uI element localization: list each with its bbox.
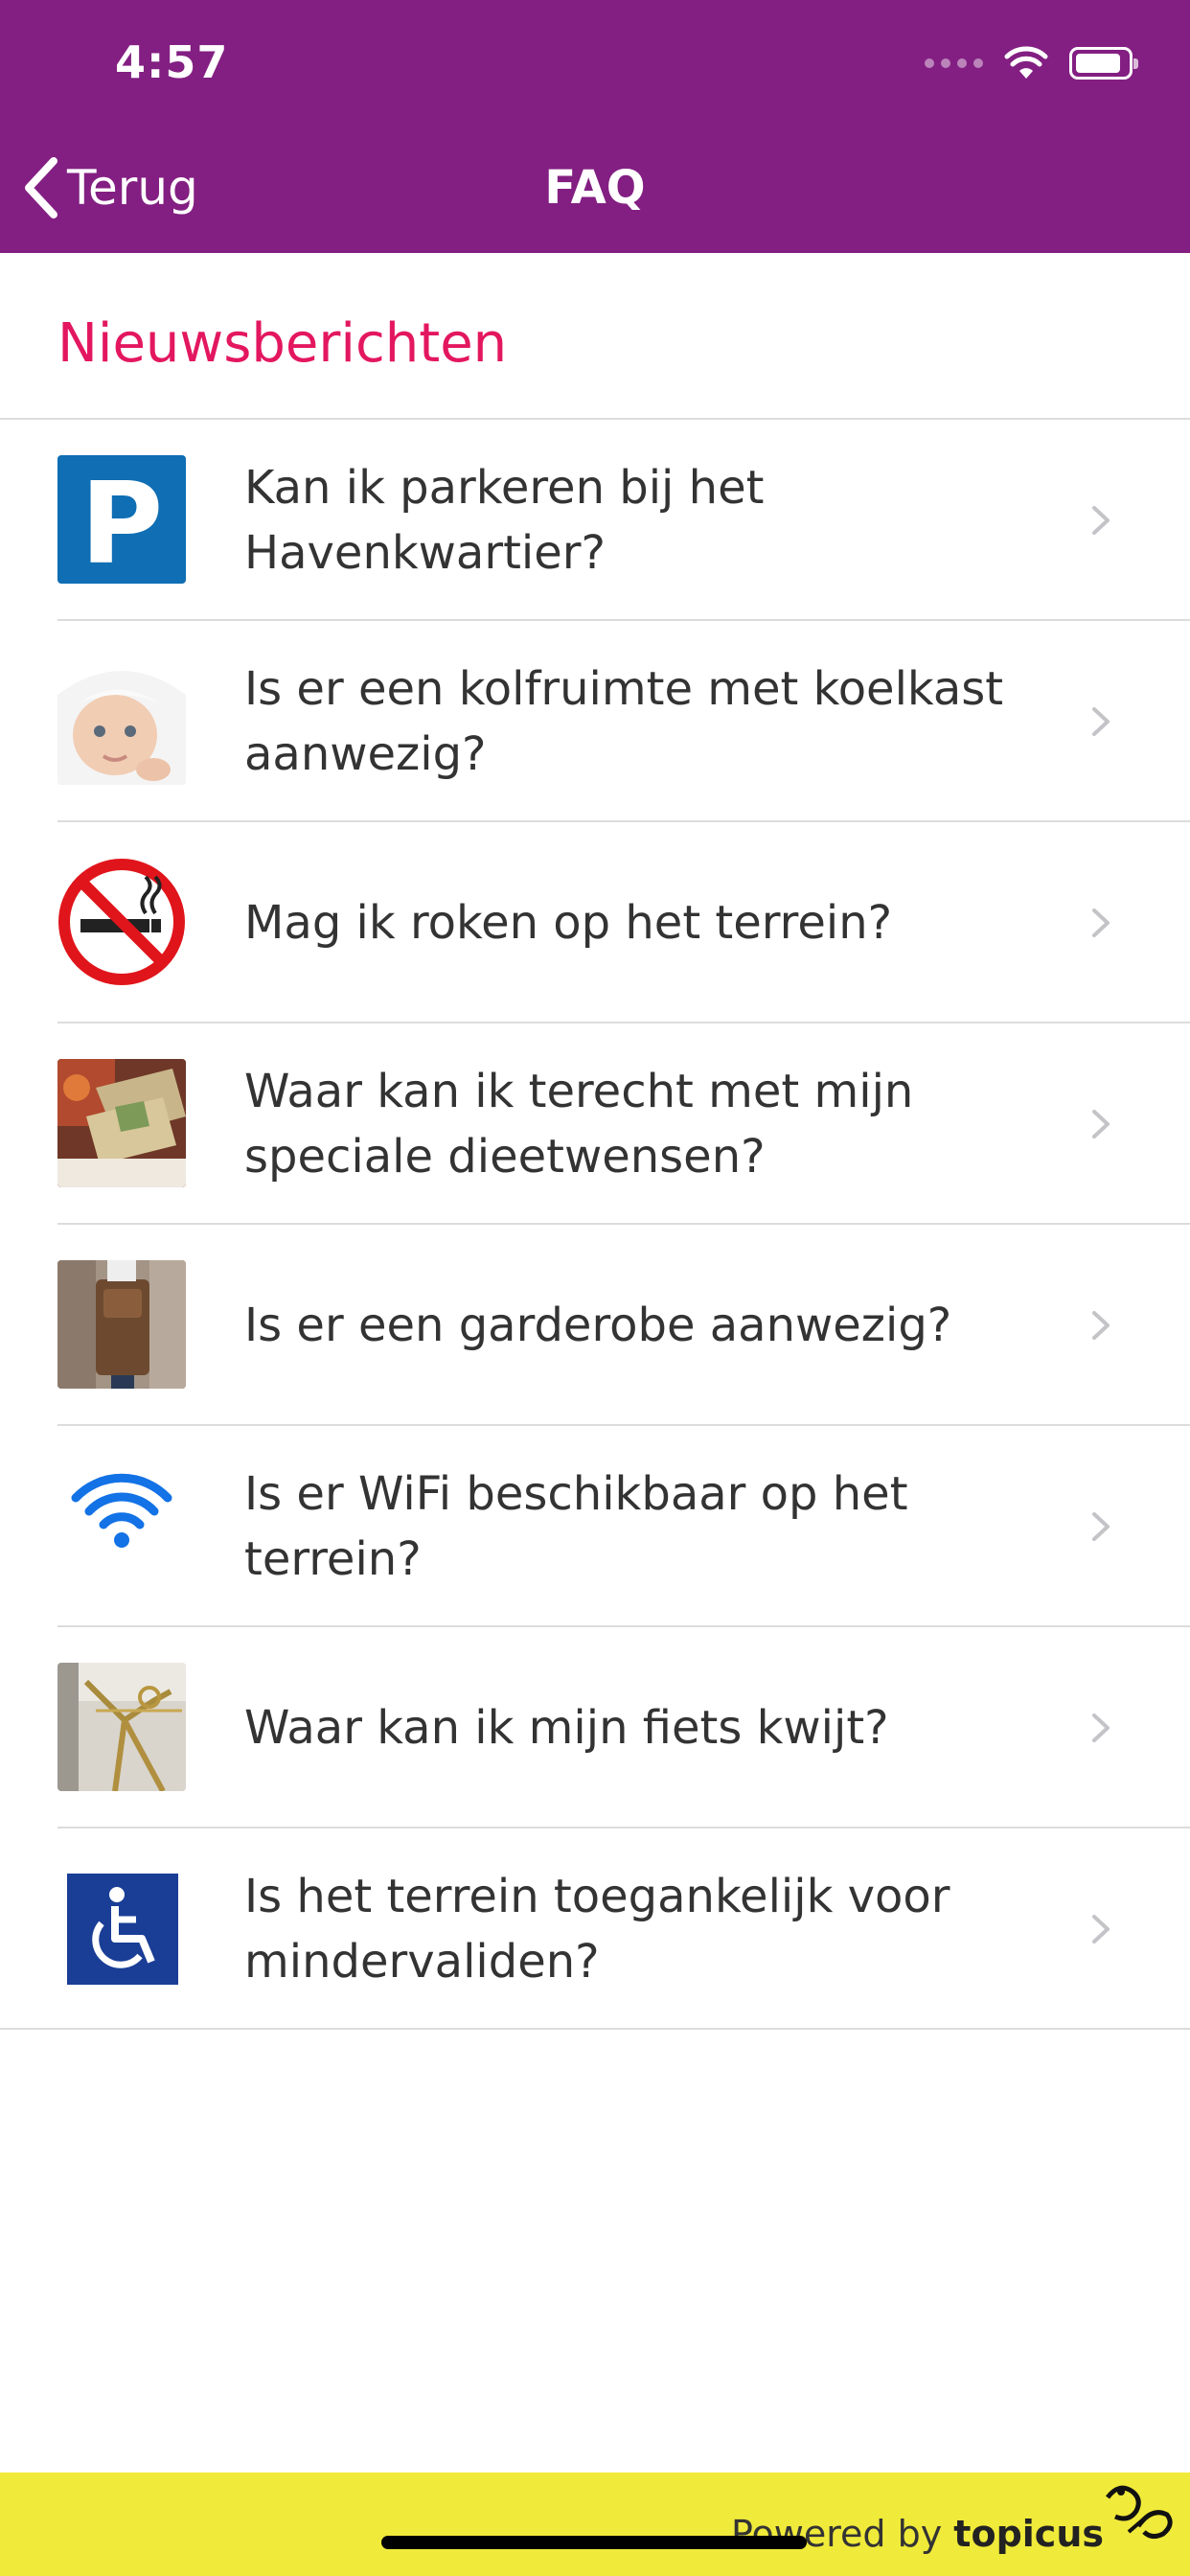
brand-name: topicus [953,2513,1104,2555]
chevron-right-icon [1092,1512,1110,1541]
faq-item-bicycle[interactable]: Waar kan ik mijn fiets kwijt? [0,1627,1190,1828]
parking-sign-icon: P [57,455,186,584]
faq-item-label: Mag ik roken op het terrein? [244,896,893,950]
bicycle-photo-icon [57,1663,186,1791]
battery-icon [1069,47,1138,80]
svg-text:P: P [80,457,163,584]
wifi-status-icon [1004,46,1048,79]
faq-item-smoking[interactable]: Mag ik roken op het terrein? [0,822,1190,1024]
faq-item-parking[interactable]: P Kan ik parkeren bij het Havenkwartier? [0,420,1190,621]
faq-item-wifi[interactable]: Is er WiFi beschikbaar op het terrein? [0,1426,1190,1627]
faq-item-label: Is er een kolfruimte met koelkast aanwez… [244,662,1004,781]
chevron-right-icon [1092,1915,1110,1944]
chevron-right-icon [1092,1110,1110,1138]
faq-item-diet[interactable]: Waar kan ik terecht met mijn speciale di… [0,1024,1190,1225]
home-indicator[interactable] [381,2536,807,2549]
status-time: 4:57 [115,36,229,88]
baby-photo-icon [57,656,186,785]
wheelchair-icon [57,1864,186,1992]
faq-item-label: Is het terrein toegankelijk voor minderv… [244,1870,950,1989]
chevron-right-icon [1092,1714,1110,1742]
section-title: Nieuwsberichten [57,312,508,375]
chevron-right-icon [1092,908,1110,937]
faq-item-label: Kan ik parkeren bij het Havenkwartier? [244,461,765,580]
backpack-photo-icon [57,1260,186,1389]
wifi-icon [57,1461,186,1590]
no-smoking-icon [57,858,186,986]
page-title: FAQ [544,161,646,215]
cellular-signal-icon [925,58,983,68]
faq-item-pumping-room[interactable]: Is er een kolfruimte met koelkast aanwez… [0,621,1190,822]
food-photo-icon [57,1059,186,1187]
faq-item-label: Waar kan ik mijn fiets kwijt? [244,1701,889,1755]
row-divider [0,2028,1190,2030]
faq-list: P Kan ik parkeren bij het Havenkwartier?… [0,420,1190,2030]
chevron-right-icon [1092,506,1110,535]
status-indicators [925,40,1138,86]
chevron-right-icon [1092,707,1110,736]
faq-item-label: Is er een garderobe aanwezig? [244,1299,952,1352]
footer-bar: Powered by topicus [0,2472,1190,2576]
chevron-right-icon [1092,1311,1110,1340]
topicus-logo-icon [1106,2485,1173,2540]
faq-item-label: Waar kan ik terecht met mijn speciale di… [244,1065,914,1184]
faq-item-cloakroom[interactable]: Is er een garderobe aanwezig? [0,1225,1190,1426]
app-header: 4:57 Terug FAQ [0,0,1190,253]
faq-item-accessibility[interactable]: Is het terrein toegankelijk voor minderv… [0,1828,1190,2030]
faq-item-label: Is er WiFi beschikbaar op het terrein? [244,1467,908,1586]
